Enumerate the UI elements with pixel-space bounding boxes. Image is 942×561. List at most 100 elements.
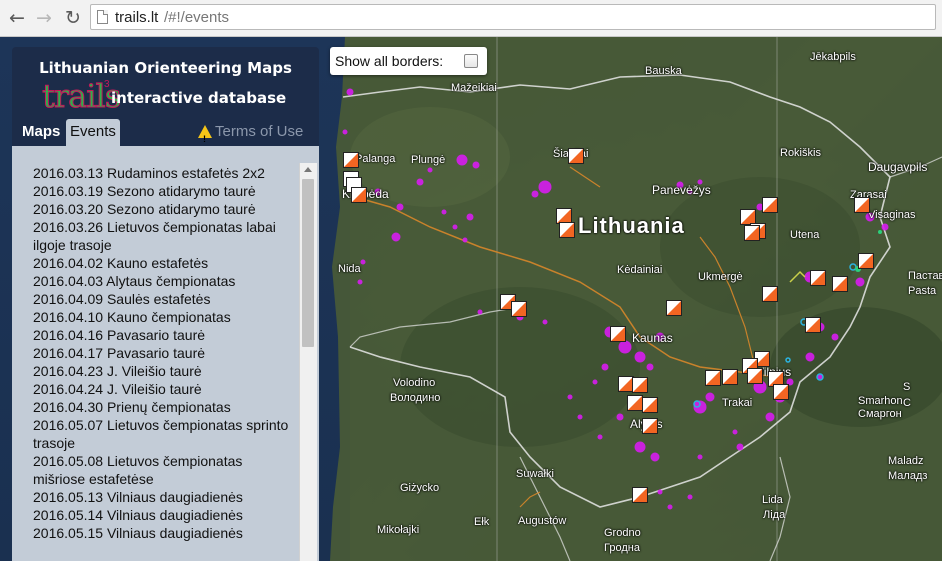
event-marker[interactable]: [705, 370, 721, 386]
event-item[interactable]: 2016.05.14 Vilniaus daugiadienės: [33, 506, 291, 524]
event-item[interactable]: 2016.05.13 Vilniaus daugiadienės: [33, 488, 291, 506]
terms-of-use-label: Terms of Use: [215, 123, 304, 140]
label-mikolajki: Mikołajki: [377, 524, 420, 536]
label-suwalki: Suwałki: [516, 468, 554, 480]
tab-maps[interactable]: Maps: [18, 119, 64, 145]
event-marker[interactable]: [832, 276, 848, 292]
label-daugavpils: Daugavpils: [868, 160, 928, 174]
label-jekabpils: Jēkabpils: [810, 51, 856, 63]
event-marker[interactable]: [610, 326, 626, 342]
event-item[interactable]: 2016.03.19 Sezono atidarymo taurė: [33, 182, 291, 200]
scroll-up-arrow-icon[interactable]: [304, 167, 312, 172]
event-item[interactable]: 2016.05.15 Vilniaus daugiadienės: [33, 524, 291, 542]
event-item[interactable]: 2016.04.30 Prienų čempionatas: [33, 398, 291, 416]
address-bar[interactable]: trails.lt /#!/events: [90, 4, 936, 30]
label-mazeikiai: Mažeikiai: [451, 82, 497, 94]
event-marker[interactable]: [762, 197, 778, 213]
label-pastavy: Pasta: [908, 285, 937, 297]
event-item[interactable]: 2016.04.17 Pavasario taurė: [33, 344, 291, 362]
events-scrollbar[interactable]: [299, 163, 317, 561]
event-item[interactable]: 2016.04.09 Saulės estafetės: [33, 290, 291, 308]
show-borders-control: Show all borders:: [330, 47, 487, 75]
event-marker[interactable]: [773, 384, 789, 400]
reload-icon[interactable]: ↻: [62, 7, 84, 29]
event-marker[interactable]: [747, 368, 763, 384]
event-marker[interactable]: [642, 397, 658, 413]
event-item[interactable]: 2016.04.02 Kauno estafetės: [33, 254, 291, 272]
event-marker[interactable]: [351, 187, 367, 203]
event-marker[interactable]: [854, 197, 870, 213]
forward-arrow-icon[interactable]: →: [33, 7, 55, 29]
label-lida: Lida: [762, 494, 783, 506]
side-panel: Lithuanian Orienteering Maps trails 3 in…: [12, 47, 319, 561]
label-nida: Nida: [338, 263, 361, 275]
event-marker[interactable]: [744, 225, 760, 241]
event-item[interactable]: 2016.03.20 Sezono atidarymo taurė: [33, 200, 291, 218]
label-gizycko: Giżycko: [400, 482, 440, 494]
label-right-edge-2: C: [903, 397, 911, 409]
page-icon: [97, 10, 108, 24]
label-maladzechna: Maladz: [888, 455, 924, 467]
label-smarhon: Smarhon: [858, 395, 903, 407]
event-marker[interactable]: [762, 286, 778, 302]
event-marker[interactable]: [632, 377, 648, 393]
label-rokiskis: Rokiškis: [780, 147, 821, 159]
label-kaunas: Kaunas: [632, 331, 673, 345]
label-trakai: Trakai: [722, 397, 753, 409]
event-marker[interactable]: [810, 270, 826, 286]
url-host: trails.lt: [115, 9, 159, 26]
label-grodno: Grodno: [604, 527, 641, 539]
label-volodino-cyrillic: Володино: [390, 392, 441, 404]
events-list-container: 2016.03.13 Rudaminos estafetės 2x2 2016.…: [12, 146, 319, 561]
panel-subtitle: interactive database: [111, 89, 287, 107]
label-utena: Utena: [790, 229, 820, 241]
event-item[interactable]: 2016.03.26 Lietuvos čempionatas labai il…: [33, 218, 291, 254]
show-borders-checkbox[interactable]: [464, 54, 478, 68]
tab-events[interactable]: Events: [66, 119, 120, 146]
panel-title: Lithuanian Orienteering Maps: [39, 59, 292, 77]
event-marker[interactable]: [559, 222, 575, 238]
label-right-edge-1: S: [903, 381, 911, 393]
label-grodno-cyrillic: Гродна: [604, 542, 640, 554]
browser-toolbar: ← → ↻ trails.lt /#!/events: [0, 0, 942, 37]
event-marker[interactable]: [511, 301, 527, 317]
label-lida-cyrillic: Ліда: [763, 509, 786, 521]
back-arrow-icon[interactable]: ←: [6, 7, 28, 29]
event-item[interactable]: 2016.05.07 Lietuvos čempionatas sprinto …: [33, 416, 291, 452]
show-borders-label: Show all borders:: [335, 53, 444, 69]
label-bauska: Bauska: [645, 65, 682, 77]
event-marker[interactable]: [722, 369, 738, 385]
event-marker[interactable]: [627, 395, 643, 411]
event-item[interactable]: 2016.04.10 Kauno čempionatas: [33, 308, 291, 326]
event-marker[interactable]: [642, 418, 658, 434]
label-country-lithuania: Lithuania: [578, 213, 685, 238]
label-palanga: Palanga: [355, 153, 396, 165]
label-plunge: Plungė: [411, 154, 446, 166]
terms-of-use-link[interactable]: Terms of Use: [198, 119, 304, 152]
events-list: 2016.03.13 Rudaminos estafetės 2x2 2016.…: [33, 164, 291, 542]
label-pastavy-cyrillic: Пастав: [908, 270, 942, 282]
event-item[interactable]: 2016.04.03 Alytaus čempionatas: [33, 272, 291, 290]
event-marker[interactable]: [666, 300, 682, 316]
label-visaginas: Visaginas: [868, 209, 916, 221]
scrollbar-thumb[interactable]: [302, 179, 314, 347]
event-marker[interactable]: [805, 317, 821, 333]
event-marker[interactable]: [858, 253, 874, 269]
event-item[interactable]: 2016.04.16 Pavasario taurė: [33, 326, 291, 344]
event-marker[interactable]: [343, 152, 359, 168]
label-ukmerge: Ukmergė: [698, 271, 743, 283]
label-kedainiai: Kėdainiai: [617, 264, 663, 276]
label-augustow: Augustów: [518, 515, 567, 527]
label-elk: Ełk: [474, 516, 490, 528]
event-item[interactable]: 2016.05.08 Lietuvos čempionatas mišriose…: [33, 452, 291, 488]
event-item[interactable]: 2016.04.23 J. Vileišio taurė: [33, 362, 291, 380]
url-path: /#!/events: [164, 9, 230, 26]
event-marker[interactable]: [632, 487, 648, 503]
event-item[interactable]: 2016.03.13 Rudaminos estafetės 2x2: [33, 164, 291, 182]
label-maladzechna-2: Маладз: [888, 470, 928, 482]
event-item[interactable]: 2016.04.24 J. Vileišio taurė: [33, 380, 291, 398]
event-marker[interactable]: [568, 148, 584, 164]
label-smarhon-cyrillic: Смаргон: [858, 408, 902, 420]
trails-logo-superscript: 3: [104, 79, 110, 90]
label-volodino: Volodino: [393, 377, 436, 389]
